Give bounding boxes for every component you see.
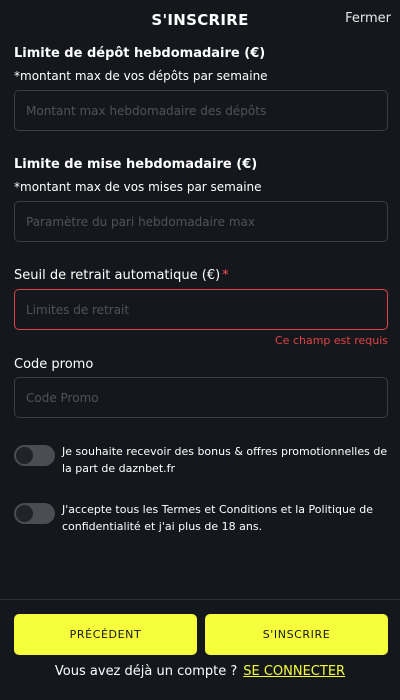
toggle-knob bbox=[16, 447, 33, 464]
promo-offers-toggle[interactable] bbox=[14, 445, 55, 466]
bet-limit-label: Limite de mise hebdomadaire (€) bbox=[14, 157, 258, 172]
terms-toggle[interactable] bbox=[14, 503, 55, 524]
withdrawal-threshold-error: Ce champ est requis bbox=[275, 334, 388, 347]
bet-limit-sublabel: *montant max de vos mises par semaine bbox=[14, 180, 262, 194]
previous-button[interactable]: PRÉCÉDENT bbox=[14, 614, 197, 655]
header: S'INSCRIRE Fermer bbox=[0, 0, 400, 40]
toggle-knob bbox=[16, 505, 33, 522]
withdrawal-threshold-label-text: Seuil de retrait automatique (€) bbox=[14, 268, 221, 283]
bet-limit-input[interactable] bbox=[15, 202, 387, 241]
footer-divider bbox=[0, 599, 400, 600]
withdrawal-threshold-label: Seuil de retrait automatique (€) * bbox=[14, 268, 229, 283]
terms-toggle-label: J'accepte tous les Termes et Conditions … bbox=[62, 503, 373, 533]
promo-offers-toggle-label: Je souhaite recevoir des bonus & offres … bbox=[62, 445, 388, 475]
login-link[interactable]: SE CONNECTER bbox=[243, 664, 345, 679]
deposit-limit-sublabel: *montant max de vos dépôts par semaine bbox=[14, 69, 268, 83]
login-prompt-text: Vous avez déjà un compte ? bbox=[54, 664, 238, 679]
withdrawal-threshold-input[interactable] bbox=[15, 290, 387, 329]
promo-code-label: Code promo bbox=[14, 357, 94, 372]
signup-button[interactable]: S'INSCRIRE bbox=[205, 614, 388, 655]
page-title: S'INSCRIRE bbox=[151, 11, 249, 29]
promo-code-input[interactable] bbox=[15, 378, 387, 417]
deposit-limit-input[interactable] bbox=[15, 91, 387, 130]
login-prompt: Vous avez déjà un compte ? SE CONNECTER bbox=[0, 664, 400, 679]
promo-code-field bbox=[14, 377, 388, 418]
close-button[interactable]: Fermer bbox=[345, 11, 391, 26]
deposit-limit-field bbox=[14, 90, 388, 131]
deposit-limit-label: Limite de dépôt hebdomadaire (€) bbox=[14, 46, 266, 61]
required-marker: * bbox=[222, 268, 229, 283]
withdrawal-threshold-field bbox=[14, 289, 388, 330]
bet-limit-field bbox=[14, 201, 388, 242]
